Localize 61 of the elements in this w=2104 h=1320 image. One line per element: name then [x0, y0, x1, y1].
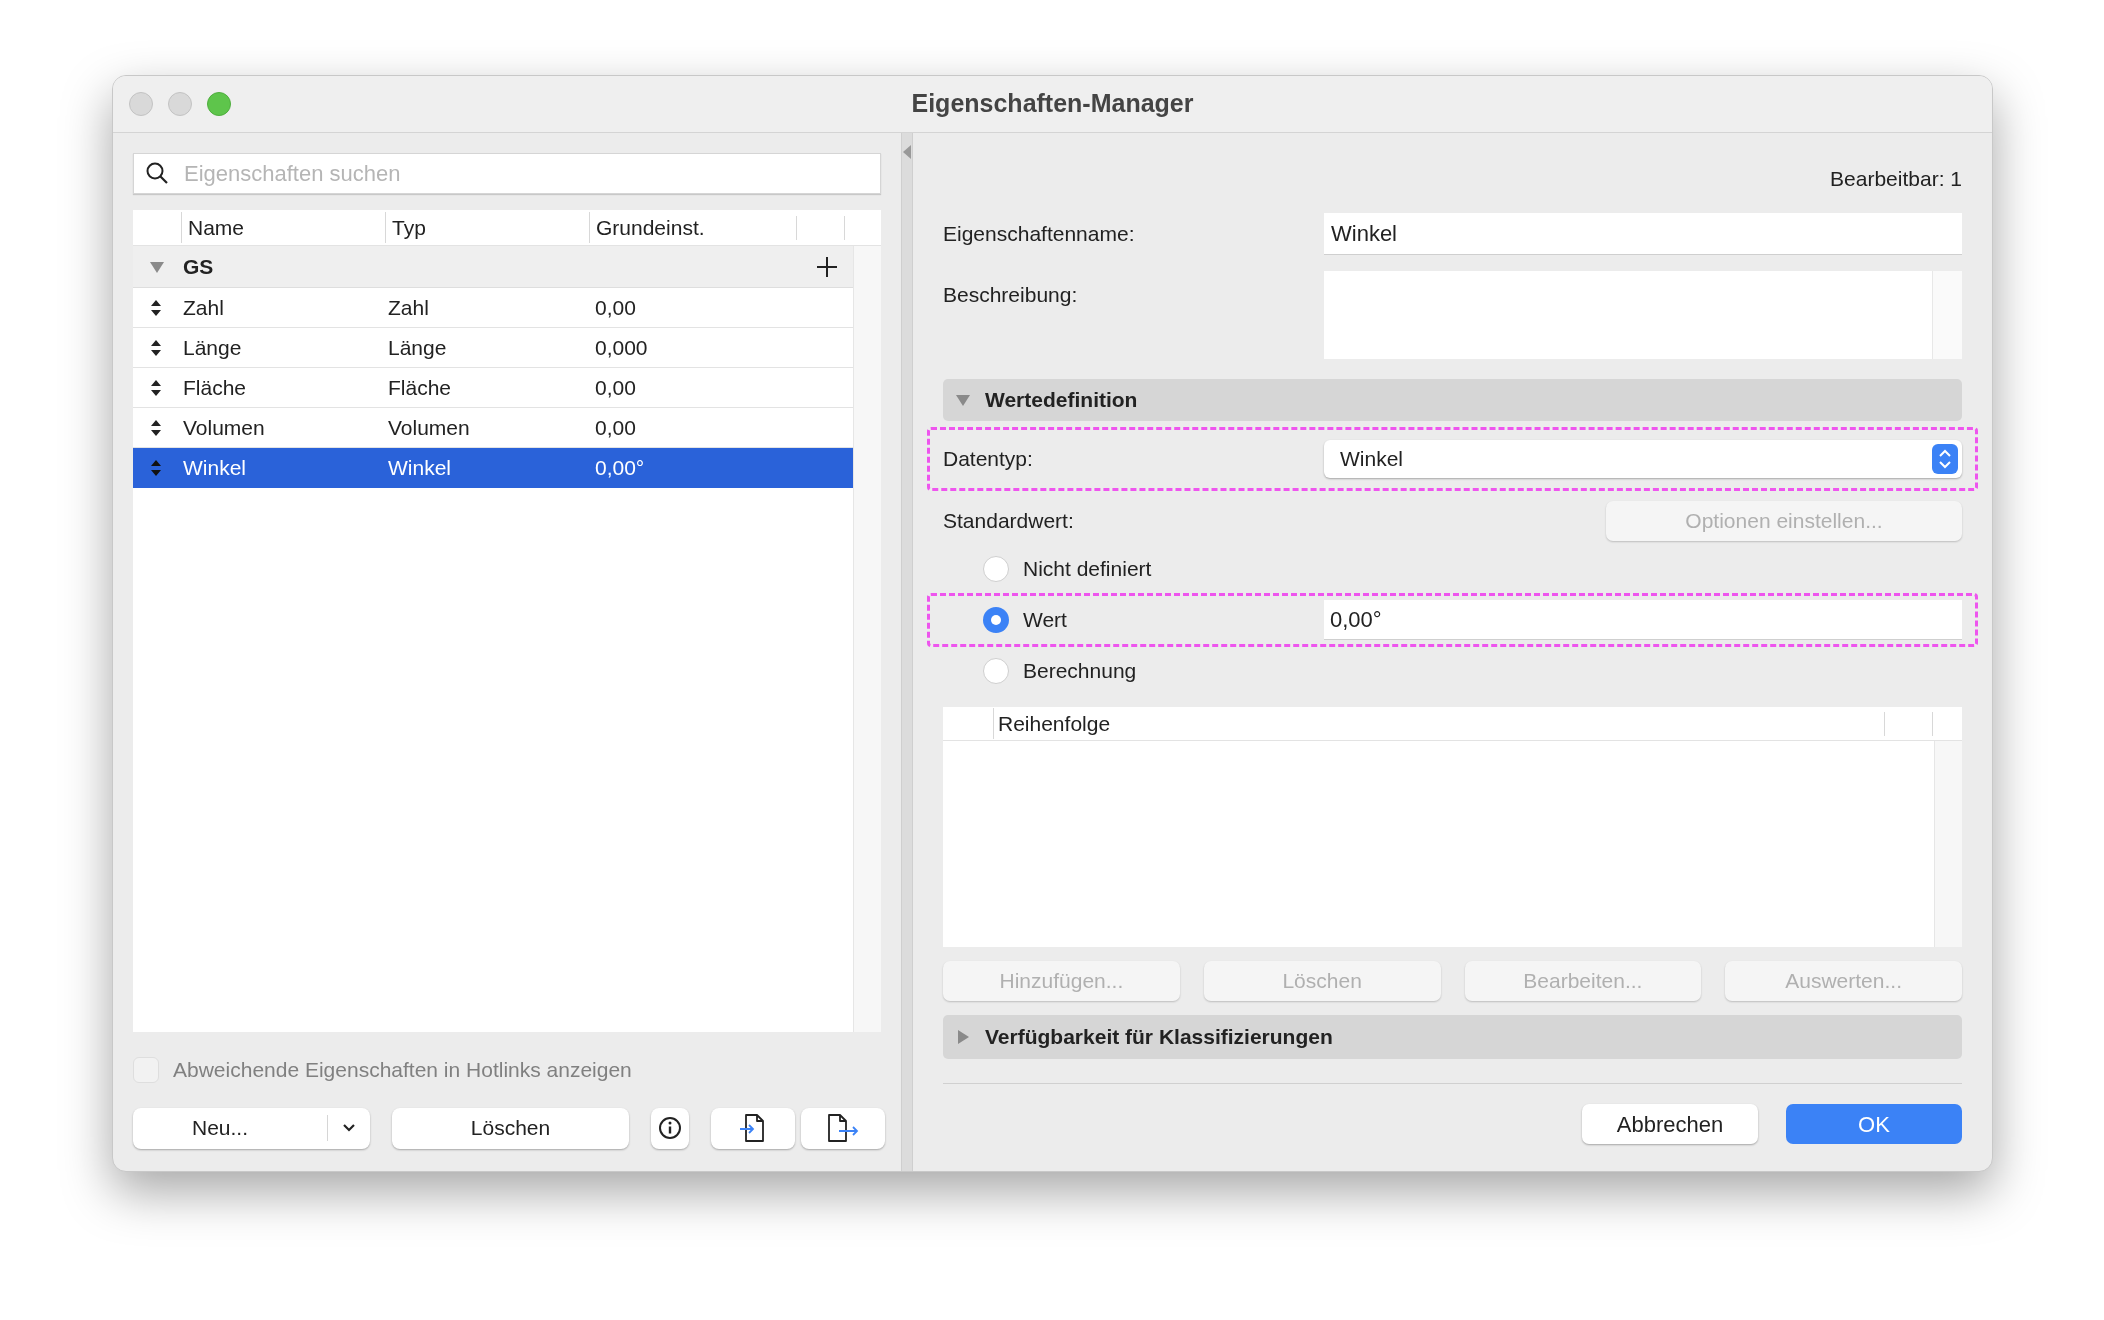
search-icon — [145, 161, 169, 185]
table-cell-text: Fläche — [183, 374, 248, 401]
group-name: GS — [183, 253, 215, 280]
column-header[interactable]: Reihenfolge — [993, 707, 1884, 740]
table-cell-text: Länge — [388, 334, 448, 361]
table-cell-text: Länge — [183, 334, 243, 361]
table-cell-text: Winkel — [183, 454, 247, 481]
name-field[interactable]: Winkel — [1324, 213, 1962, 255]
table-cell-text: Zahl — [388, 294, 430, 321]
table-cell-text: 0,00 — [595, 374, 636, 401]
radio-label: Berechnung — [1023, 658, 1138, 685]
info-icon — [658, 1116, 682, 1140]
table-row[interactable]: Länge Länge 0,000 — [133, 328, 853, 368]
chevron-down-icon — [342, 1123, 356, 1133]
ok-button[interactable]: OK — [1786, 1104, 1962, 1144]
editable-count: Bearbeitbar: 1 — [1830, 166, 1962, 191]
group-row[interactable]: GS — [133, 246, 853, 288]
export-button[interactable] — [801, 1107, 885, 1149]
collapse-triangle-icon[interactable] — [955, 392, 971, 408]
table-row[interactable]: Zahl Zahl 0,00 — [133, 288, 853, 328]
table-cell-text: Volumen — [183, 414, 266, 441]
radio-button[interactable] — [983, 658, 1009, 684]
zoom-window-button[interactable] — [207, 92, 231, 116]
table-cell-text: Zahl — [183, 294, 225, 321]
column-header[interactable]: Name — [181, 211, 385, 244]
section-header[interactable]: Wertedefinition — [943, 379, 1962, 421]
table-cell-text: 0,000 — [595, 334, 648, 361]
expand-triangle-icon[interactable] — [955, 1029, 971, 1045]
new-split-button[interactable]: Neu... — [133, 1107, 370, 1149]
file-export-icon — [825, 1112, 861, 1144]
field-label: Eigenschaftenname: — [943, 221, 1136, 248]
table-row[interactable]: Winkel Winkel 0,00° — [133, 448, 853, 488]
checkbox-label: Abweichende Eigenschaften in Hotlinks anzeigen — [173, 1057, 632, 1083]
value-field[interactable]: 0,00° — [1324, 600, 1962, 640]
info-button[interactable] — [651, 1107, 689, 1149]
window-title: Eigenschaften-Manager — [911, 88, 1194, 120]
radio-button[interactable] — [983, 556, 1009, 582]
datatype-dropdown[interactable]: Winkel — [1324, 440, 1962, 478]
table-cell-text: Volumen — [388, 414, 471, 441]
cancel-button[interactable]: Abbrechen — [1582, 1104, 1758, 1144]
field-label: Standardwert: — [943, 508, 1074, 535]
table-cell-text: Winkel — [388, 454, 452, 481]
section-header[interactable]: Verfügbarkeit für Klassifizierungen — [943, 1015, 1962, 1059]
column-header[interactable]: Typ — [385, 211, 589, 244]
column-header[interactable]: Grundeinst. — [589, 211, 796, 244]
field-label: Beschreibung: — [943, 282, 1079, 308]
radio-button[interactable] — [983, 607, 1009, 633]
radio-label: Nicht definiert — [1023, 556, 1153, 583]
field-label: Datentyp: — [943, 446, 1034, 473]
table-cell-text: 0,00 — [595, 294, 636, 321]
import-button[interactable] — [711, 1107, 795, 1149]
table-cell-text: 0,00 — [595, 414, 636, 441]
search-field[interactable]: Eigenschaften suchen — [133, 153, 881, 194]
table-cell-text: Fläche — [388, 374, 453, 401]
delete-button[interactable]: Löschen — [392, 1107, 629, 1149]
splitter-arrow-icon[interactable] — [903, 145, 911, 159]
stepper-arrows-icon — [1932, 444, 1958, 474]
table-cell-text: 0,00° — [595, 454, 645, 481]
plus-icon[interactable] — [815, 254, 839, 279]
table-row[interactable]: Fläche Fläche 0,00 — [133, 368, 853, 408]
radio-label: Wert — [1023, 607, 1068, 634]
